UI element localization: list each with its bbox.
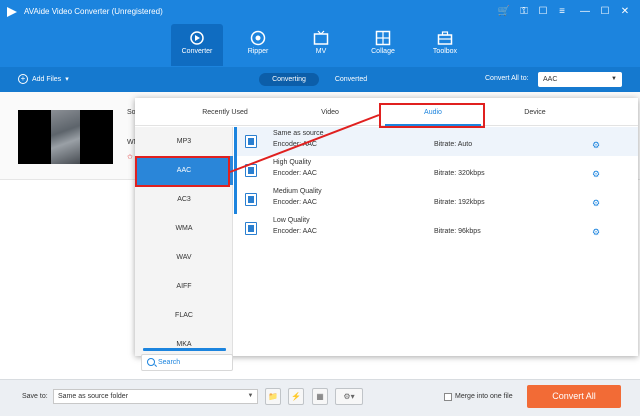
tab-recently-used[interactable]: Recently Used [185, 109, 265, 116]
preset-name: High Quality [273, 159, 312, 166]
preset-bitrate: Bitrate: 192kbps [434, 199, 485, 206]
disc-icon [250, 30, 266, 46]
preset-encoder: Encoder: AAC [273, 141, 317, 148]
merge-checkbox[interactable] [444, 393, 452, 401]
annotation-box-aac-format [135, 156, 230, 187]
convert-all-button[interactable]: Convert All [527, 385, 621, 408]
maximize-icon[interactable]: ☐ [598, 5, 612, 19]
chevron-down-icon: ▼ [611, 76, 617, 82]
preset-bitrate: Bitrate: 96kbps [434, 228, 481, 235]
preset-bitrate: Bitrate: 320kbps [434, 170, 485, 177]
cart-icon[interactable]: 🛒 [497, 5, 511, 19]
tab-converted[interactable]: Converted [326, 73, 376, 86]
format-search-input[interactable]: Search [141, 354, 233, 371]
app-logo-icon [7, 7, 17, 17]
key-icon[interactable]: ⚿ [517, 5, 531, 19]
format-list-scrollbar[interactable] [143, 348, 226, 351]
plus-icon: + [18, 74, 28, 84]
convert-all-label: Convert All to: [485, 75, 529, 82]
selected-indicator [234, 156, 237, 185]
video-thumbnail[interactable] [18, 110, 113, 164]
gpu-off-icon[interactable]: ▦ [312, 388, 328, 405]
gear-icon[interactable]: ⚙ [592, 228, 600, 237]
format-item-mka[interactable]: MKA [135, 330, 233, 348]
format-item-wav[interactable]: WAV [135, 243, 233, 272]
selected-indicator [234, 185, 237, 214]
preset-name: Same as source [273, 130, 324, 137]
gear-icon[interactable]: ⚙ [592, 141, 600, 150]
format-item-wma[interactable]: WMA [135, 214, 233, 243]
chevron-down-icon[interactable]: ▾ [65, 75, 69, 83]
chevron-down-icon[interactable]: ▼ [243, 389, 258, 404]
bottom-bar: Save to: Same as source folder ▼ 📁 ⚡ ▦ ⚙… [0, 379, 640, 416]
tab-toolbox[interactable]: Toolbox [419, 24, 471, 66]
save-to-label: Save to: [22, 393, 48, 400]
preset-row[interactable]: High Quality Encoder: AAC Bitrate: 320kb… [234, 156, 638, 185]
preset-encoder: Encoder: AAC [273, 199, 317, 206]
tab-collage[interactable]: Collage [357, 24, 409, 66]
tab-label: Ripper [247, 48, 269, 55]
preset-row[interactable]: Same as source Encoder: AAC Bitrate: Aut… [234, 127, 638, 156]
feedback-icon[interactable]: ☐ [536, 5, 550, 19]
tab-label: Collage [371, 48, 395, 55]
preset-name: Low Quality [273, 217, 310, 224]
minimize-icon[interactable]: — [578, 5, 592, 19]
preset-name: Medium Quality [273, 188, 322, 195]
save-to-value: Same as source folder [58, 393, 129, 400]
format-item-mp3[interactable]: MP3 [135, 127, 233, 156]
tv-icon [313, 30, 329, 45]
audio-file-icon [245, 164, 257, 177]
search-label: Search [158, 359, 181, 366]
preset-encoder: Encoder: AAC [273, 170, 317, 177]
settings-dropdown-icon[interactable]: ⚙▾ [335, 388, 363, 405]
audio-file-icon [245, 222, 257, 235]
audio-file-icon [245, 193, 257, 206]
collage-icon [375, 30, 391, 46]
toolbox-icon [437, 31, 453, 45]
thumbnail-image [51, 110, 80, 164]
tab-converting[interactable]: Converting [259, 73, 319, 86]
tab-label: MV [315, 48, 327, 55]
toolbar: + Add Files ▾ Converting Converted Conve… [0, 67, 640, 92]
preset-encoder: Encoder: AAC [273, 228, 317, 235]
star-icon[interactable]: ✩ [127, 153, 133, 161]
gear-icon[interactable]: ⚙ [592, 170, 600, 179]
format-panel: Recently Used Video Audio Device MP3 AAC… [135, 98, 638, 371]
format-item-ac3[interactable]: AC3 [135, 185, 233, 214]
gear-icon[interactable]: ⚙ [592, 199, 600, 208]
add-files-label: Add Files [32, 75, 62, 83]
app-title: AVAide Video Converter (Unregistered) [24, 7, 163, 16]
format-select-value: AAC [543, 76, 558, 83]
close-icon[interactable]: ✕ [618, 5, 632, 19]
preset-row[interactable]: Low Quality Encoder: AAC Bitrate: 96kbps… [234, 214, 638, 243]
tab-ripper[interactable]: Ripper [232, 24, 284, 66]
tab-mv[interactable]: MV [295, 24, 347, 66]
tab-video[interactable]: Video [300, 109, 360, 116]
preset-bitrate: Bitrate: Auto [434, 141, 473, 148]
preset-list: Same as source Encoder: AAC Bitrate: Aut… [234, 127, 638, 356]
tab-label: Toolbox [432, 48, 458, 55]
merge-label: Merge into one file [455, 393, 513, 400]
search-icon [147, 358, 155, 366]
save-to-select[interactable]: Same as source folder [53, 389, 258, 404]
title-bar: AVAide Video Converter (Unregistered) 🛒 … [0, 0, 640, 67]
selected-indicator [234, 127, 237, 156]
format-item-flac[interactable]: FLAC [135, 301, 233, 330]
tab-device[interactable]: Device [505, 109, 565, 116]
convert-all-format-select[interactable]: AAC ▼ [538, 72, 622, 87]
annotation-box-audio-tab [379, 103, 485, 128]
lightning-off-icon[interactable]: ⚡ [288, 388, 304, 405]
menu-icon[interactable]: ≡ [555, 5, 569, 19]
tab-label: Converter [181, 48, 213, 55]
folder-icon[interactable]: 📁 [265, 388, 281, 405]
add-files-button[interactable]: + Add Files ▾ [18, 74, 69, 84]
audio-file-icon [245, 135, 257, 148]
format-item-aiff[interactable]: AIFF [135, 272, 233, 301]
preset-row[interactable]: Medium Quality Encoder: AAC Bitrate: 192… [234, 185, 638, 214]
tab-converter[interactable]: Converter [171, 24, 223, 66]
converter-icon [190, 31, 204, 45]
